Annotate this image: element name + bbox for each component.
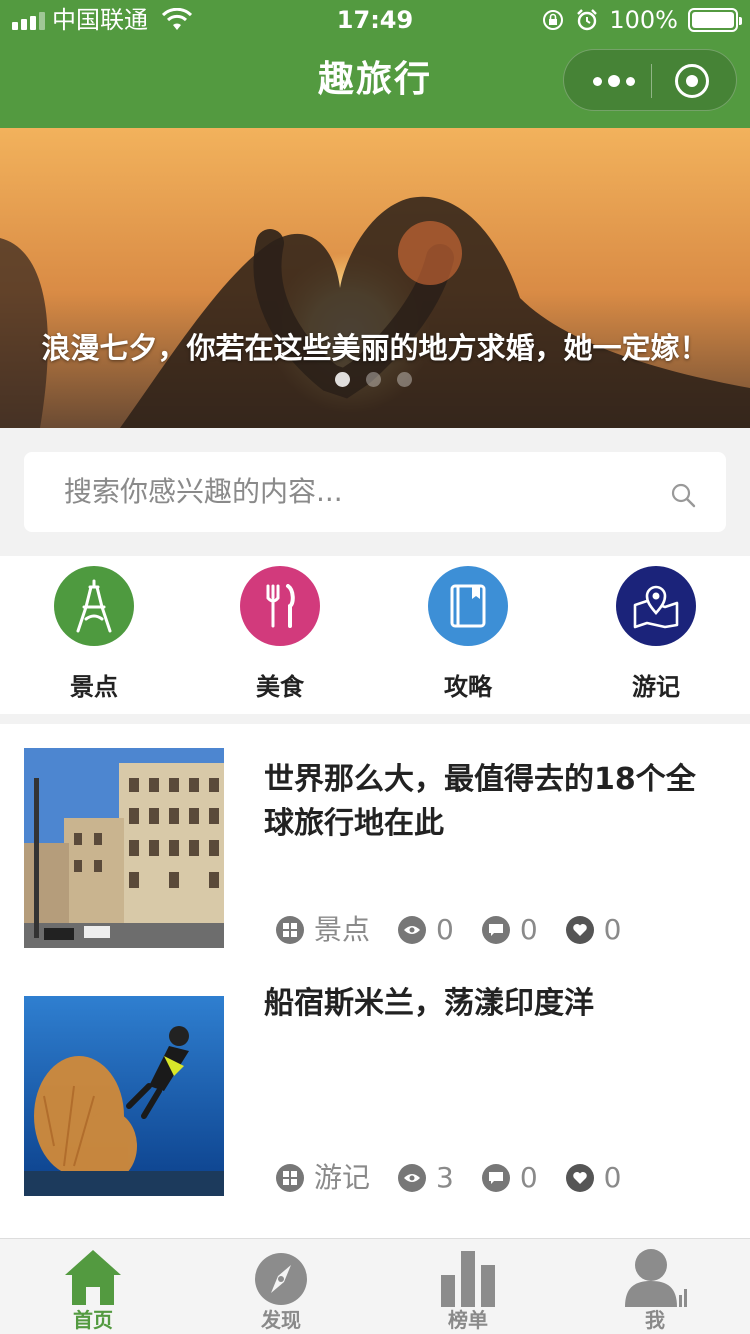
search-placeholder: 搜索你感兴趣的内容...	[64, 475, 343, 508]
category-label: 攻略	[444, 673, 492, 701]
heart-icon[interactable]	[565, 1164, 594, 1192]
category-icon	[276, 1164, 304, 1192]
close-button[interactable]	[675, 64, 709, 98]
banner-caption: 浪漫七夕，你若在这些美丽的地方求婚，她一定嫁！	[41, 331, 709, 365]
article-list: 世界那么大，最值得去的18个全球旅行地在此 景点 0 0 0 船宿斯米兰，荡漾印…	[0, 724, 750, 1238]
article-meta: 游记 3 0 0	[276, 1160, 650, 1196]
list-item[interactable]: 船宿斯米兰，荡漾印度洋 游记 3 0 0	[0, 972, 750, 1220]
tab-home[interactable]: 首页	[33, 1245, 153, 1333]
battery-percentage: 100%	[609, 6, 678, 34]
alarm-icon	[577, 9, 598, 31]
heart-icon[interactable]	[565, 916, 594, 944]
view-count: 0	[436, 913, 454, 946]
like-count: 0	[603, 913, 622, 946]
comment-count: 0	[519, 1161, 538, 1194]
category-food[interactable]: 美食	[220, 566, 340, 704]
category-scenic[interactable]: 景点	[34, 566, 154, 704]
fork-knife-icon	[240, 566, 320, 646]
capsule-divider	[651, 64, 652, 98]
banner-carousel[interactable]: 浪漫七夕，你若在这些美丽的地方求婚，她一定嫁！	[0, 128, 750, 428]
tab-label: 发现	[261, 1308, 301, 1332]
category-icon	[276, 916, 304, 944]
article-title: 船宿斯米兰，荡漾印度洋	[264, 986, 594, 1021]
eye-icon	[398, 1164, 427, 1192]
category-label: 游记	[632, 673, 680, 701]
tab-discover[interactable]: 发现	[221, 1245, 341, 1333]
search-section: 搜索你感兴趣的内容...	[0, 428, 750, 556]
comment-icon[interactable]	[481, 916, 510, 944]
list-item[interactable]: 世界那么大，最值得去的18个全球旅行地在此 景点 0 0 0	[0, 724, 750, 972]
article-thumbnail	[24, 748, 224, 948]
search-input[interactable]: 搜索你感兴趣的内容...	[24, 452, 726, 532]
category-label: 美食	[256, 673, 304, 701]
article-title: 世界那么大，最值得去的18个全球旅行地在此	[264, 762, 696, 841]
rotation-lock-icon	[543, 10, 564, 30]
article-category: 游记	[314, 1161, 371, 1194]
carousel-indicator	[335, 372, 412, 387]
tab-me[interactable]: 我	[595, 1245, 715, 1333]
category-grid: 景点 美食 攻略 游记	[0, 556, 750, 714]
article-meta: 景点 0 0 0	[276, 912, 650, 948]
carousel-dot[interactable]	[397, 372, 412, 387]
tab-label: 首页	[73, 1308, 113, 1332]
more-dots-icon	[593, 76, 602, 86]
search-icon[interactable]	[670, 482, 696, 508]
category-guide[interactable]: 攻略	[408, 566, 528, 704]
battery-icon	[688, 8, 742, 32]
status-bar: 中国联通 17:49 100%	[0, 0, 750, 40]
book-icon	[428, 566, 508, 646]
nav-bar: 中国联通 17:49 100% 趣旅行	[0, 0, 750, 128]
article-thumbnail	[24, 996, 224, 1196]
tab-label: 我	[645, 1308, 665, 1332]
carousel-dot[interactable]	[366, 372, 381, 387]
comment-count: 0	[519, 913, 538, 946]
article-category: 景点	[314, 913, 371, 946]
carousel-dot[interactable]	[335, 372, 350, 387]
tab-label: 榜单	[448, 1308, 488, 1332]
eiffel-tower-icon	[54, 566, 134, 646]
bar-chart-icon	[441, 1251, 495, 1307]
view-count: 3	[436, 1161, 454, 1194]
compass-icon	[255, 1253, 307, 1305]
tab-bar: 首页 发现 榜单 我	[0, 1238, 750, 1334]
mini-program-capsule	[563, 49, 737, 111]
like-count: 0	[603, 1161, 622, 1194]
user-icon	[625, 1249, 687, 1307]
map-pin-icon	[616, 566, 696, 646]
home-icon	[65, 1250, 121, 1305]
comment-icon[interactable]	[481, 1164, 510, 1192]
eye-icon	[398, 916, 427, 944]
tab-rankings[interactable]: 榜单	[408, 1245, 528, 1333]
category-label: 景点	[70, 673, 118, 701]
category-travelogue[interactable]: 游记	[596, 566, 716, 704]
more-button[interactable]	[582, 50, 646, 112]
